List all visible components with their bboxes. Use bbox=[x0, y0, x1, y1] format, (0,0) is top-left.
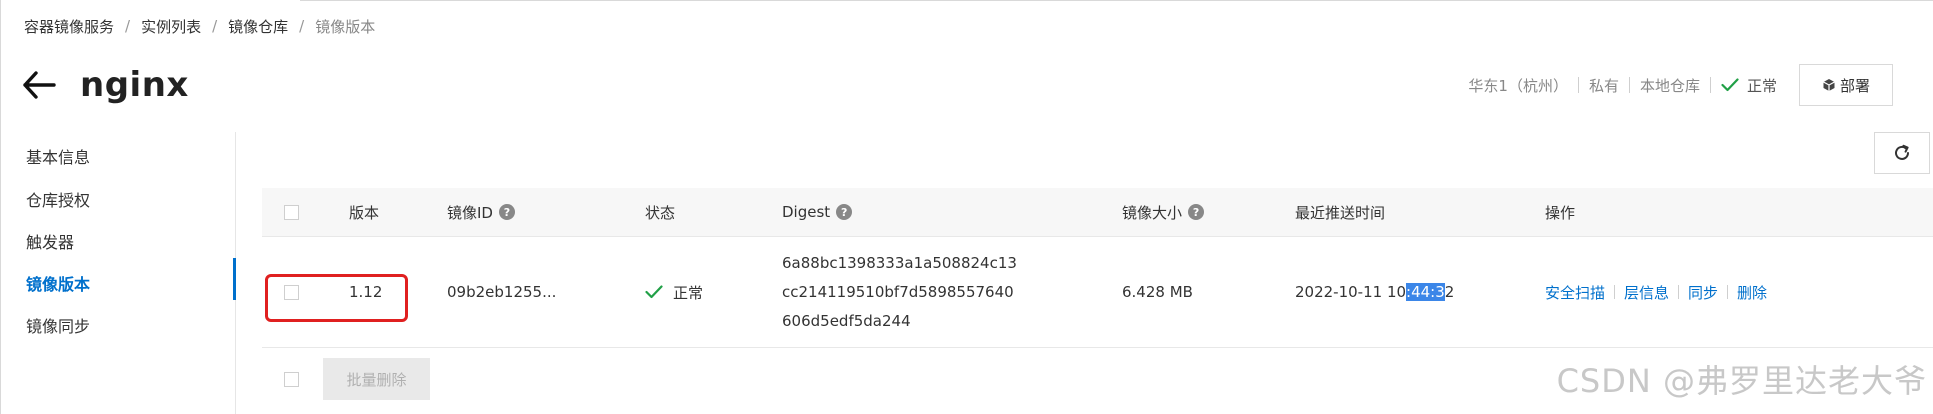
sidebar-item-label: 基本信息 bbox=[26, 148, 91, 167]
column-label: Digest bbox=[782, 203, 831, 221]
column-header-version: 版本 bbox=[349, 188, 379, 236]
sidebar-item-label: 仓库授权 bbox=[26, 191, 91, 210]
pushed-time-cell: 2022-10-11 10:44:3 2 bbox=[1295, 237, 1454, 347]
deploy-label: 部署 bbox=[1839, 76, 1870, 95]
digest-line: cc214119510bf7d5898557640 bbox=[782, 282, 1014, 301]
delete-link[interactable]: 删除 bbox=[1737, 282, 1767, 303]
breadcrumb-separator: / bbox=[299, 17, 305, 35]
watermark: CSDN @弗罗里达老大爷 bbox=[1556, 362, 1927, 400]
deploy-button[interactable]: 部署 bbox=[1799, 64, 1893, 106]
column-header-image-id: 镜像ID? bbox=[447, 188, 515, 236]
column-label: 最近推送时间 bbox=[1295, 203, 1386, 222]
help-icon[interactable]: ? bbox=[836, 204, 853, 220]
window-border-top bbox=[300, 0, 1933, 1]
sidebar-item-label: 镜像版本 bbox=[26, 275, 91, 294]
sidebar-item-basic-info[interactable]: 基本信息 bbox=[26, 143, 90, 169]
meta-divider bbox=[1577, 77, 1579, 93]
breadcrumb-separator: / bbox=[212, 17, 218, 35]
layer-info-link[interactable]: 层信息 bbox=[1624, 282, 1669, 303]
refresh-button[interactable] bbox=[1874, 132, 1930, 174]
sidebar-item-repo-auth[interactable]: 仓库授权 bbox=[26, 186, 90, 212]
pushed-time-selection: :44:3 bbox=[1406, 283, 1445, 301]
breadcrumb: 容器镜像服务 / 实例列表 / 镜像仓库 / 镜像版本 bbox=[24, 14, 375, 38]
check-icon bbox=[645, 285, 663, 299]
action-divider bbox=[1727, 285, 1729, 299]
column-header-status: 状态 bbox=[645, 188, 675, 236]
breadcrumb-item-current: 镜像版本 bbox=[315, 17, 376, 36]
column-header-actions: 操作 bbox=[1545, 188, 1575, 236]
page-title: nginx bbox=[80, 65, 189, 105]
repo-meta: 华东1（杭州） 私有 本地仓库 正常 部署 bbox=[1468, 64, 1893, 106]
column-label: 镜像大小 bbox=[1122, 203, 1183, 222]
pushed-time-text-end: 2 bbox=[1444, 283, 1455, 301]
help-icon[interactable]: ? bbox=[498, 204, 515, 220]
status-cell: 正常 bbox=[645, 237, 703, 347]
actions-cell: 安全扫描 层信息 同步 删除 bbox=[1545, 237, 1767, 347]
select-all-checkbox[interactable] bbox=[284, 204, 299, 220]
repo-status: 正常 bbox=[1721, 75, 1777, 96]
select-all-cell bbox=[284, 188, 299, 236]
breadcrumb-item-registry-service[interactable]: 容器镜像服务 bbox=[24, 16, 114, 37]
sidebar-item-image-sync[interactable]: 镜像同步 bbox=[26, 312, 90, 338]
table-row: 1.12 09b2eb1255... 正常 6a88bc1398333a1a50… bbox=[262, 237, 1933, 348]
digest-line: 606d5edf5da244 bbox=[782, 311, 911, 330]
back-arrow-icon[interactable] bbox=[22, 65, 62, 105]
column-header-size: 镜像大小? bbox=[1122, 188, 1205, 236]
footer-select-all-checkbox[interactable] bbox=[284, 372, 299, 387]
security-scan-link[interactable]: 安全扫描 bbox=[1545, 282, 1605, 303]
action-divider bbox=[1614, 285, 1616, 299]
column-header-pushed-time: 最近推送时间 bbox=[1295, 188, 1385, 236]
pushed-time-text: 2022-10-11 10 bbox=[1295, 283, 1407, 301]
table-header: 版本 镜像ID? 状态 Digest? 镜像大小? 最近推送时间 操作 bbox=[262, 188, 1933, 237]
repo-type-label: 本地仓库 bbox=[1639, 76, 1700, 95]
digest-line: 6a88bc1398333a1a508824c13 bbox=[782, 253, 1017, 272]
column-label: 操作 bbox=[1545, 203, 1576, 222]
repo-status-text: 正常 bbox=[1746, 76, 1777, 95]
page-header: nginx bbox=[22, 60, 189, 110]
breadcrumb-separator: / bbox=[125, 17, 131, 35]
visibility-label: 私有 bbox=[1588, 76, 1619, 95]
meta-divider bbox=[1628, 77, 1630, 93]
column-label: 版本 bbox=[349, 203, 380, 222]
version-highlight-annotation bbox=[265, 274, 408, 322]
deploy-icon bbox=[1823, 79, 1835, 91]
check-icon bbox=[1721, 78, 1739, 92]
column-label: 状态 bbox=[645, 203, 676, 222]
sync-link[interactable]: 同步 bbox=[1688, 282, 1718, 303]
bulk-delete-button[interactable]: 批量删除 bbox=[323, 358, 430, 400]
image-id-cell: 09b2eb1255... bbox=[447, 283, 557, 301]
sidebar-item-triggers[interactable]: 触发器 bbox=[26, 228, 74, 254]
sidebar-active-indicator bbox=[233, 258, 236, 300]
sidebar-item-image-versions[interactable]: 镜像版本 bbox=[26, 270, 90, 296]
region-label: 华东1（杭州） bbox=[1468, 76, 1568, 95]
sidebar-item-label: 镜像同步 bbox=[26, 317, 91, 336]
size-cell: 6.428 MB bbox=[1122, 283, 1193, 301]
sidebar-item-label: 触发器 bbox=[26, 233, 75, 252]
digest-cell: 6a88bc1398333a1a508824c13 cc214119510bf7… bbox=[782, 237, 1017, 347]
breadcrumb-item-instances[interactable]: 实例列表 bbox=[141, 16, 201, 37]
sidebar: 基本信息 仓库授权 触发器 镜像版本 镜像同步 bbox=[0, 132, 236, 414]
meta-divider bbox=[1709, 77, 1711, 93]
column-label: 镜像ID bbox=[447, 203, 493, 222]
help-icon[interactable]: ? bbox=[1188, 204, 1205, 220]
status-text: 正常 bbox=[673, 283, 704, 302]
action-divider bbox=[1678, 285, 1680, 299]
column-header-digest: Digest? bbox=[782, 188, 853, 236]
refresh-icon bbox=[1895, 144, 1909, 160]
breadcrumb-item-repositories[interactable]: 镜像仓库 bbox=[228, 16, 288, 37]
